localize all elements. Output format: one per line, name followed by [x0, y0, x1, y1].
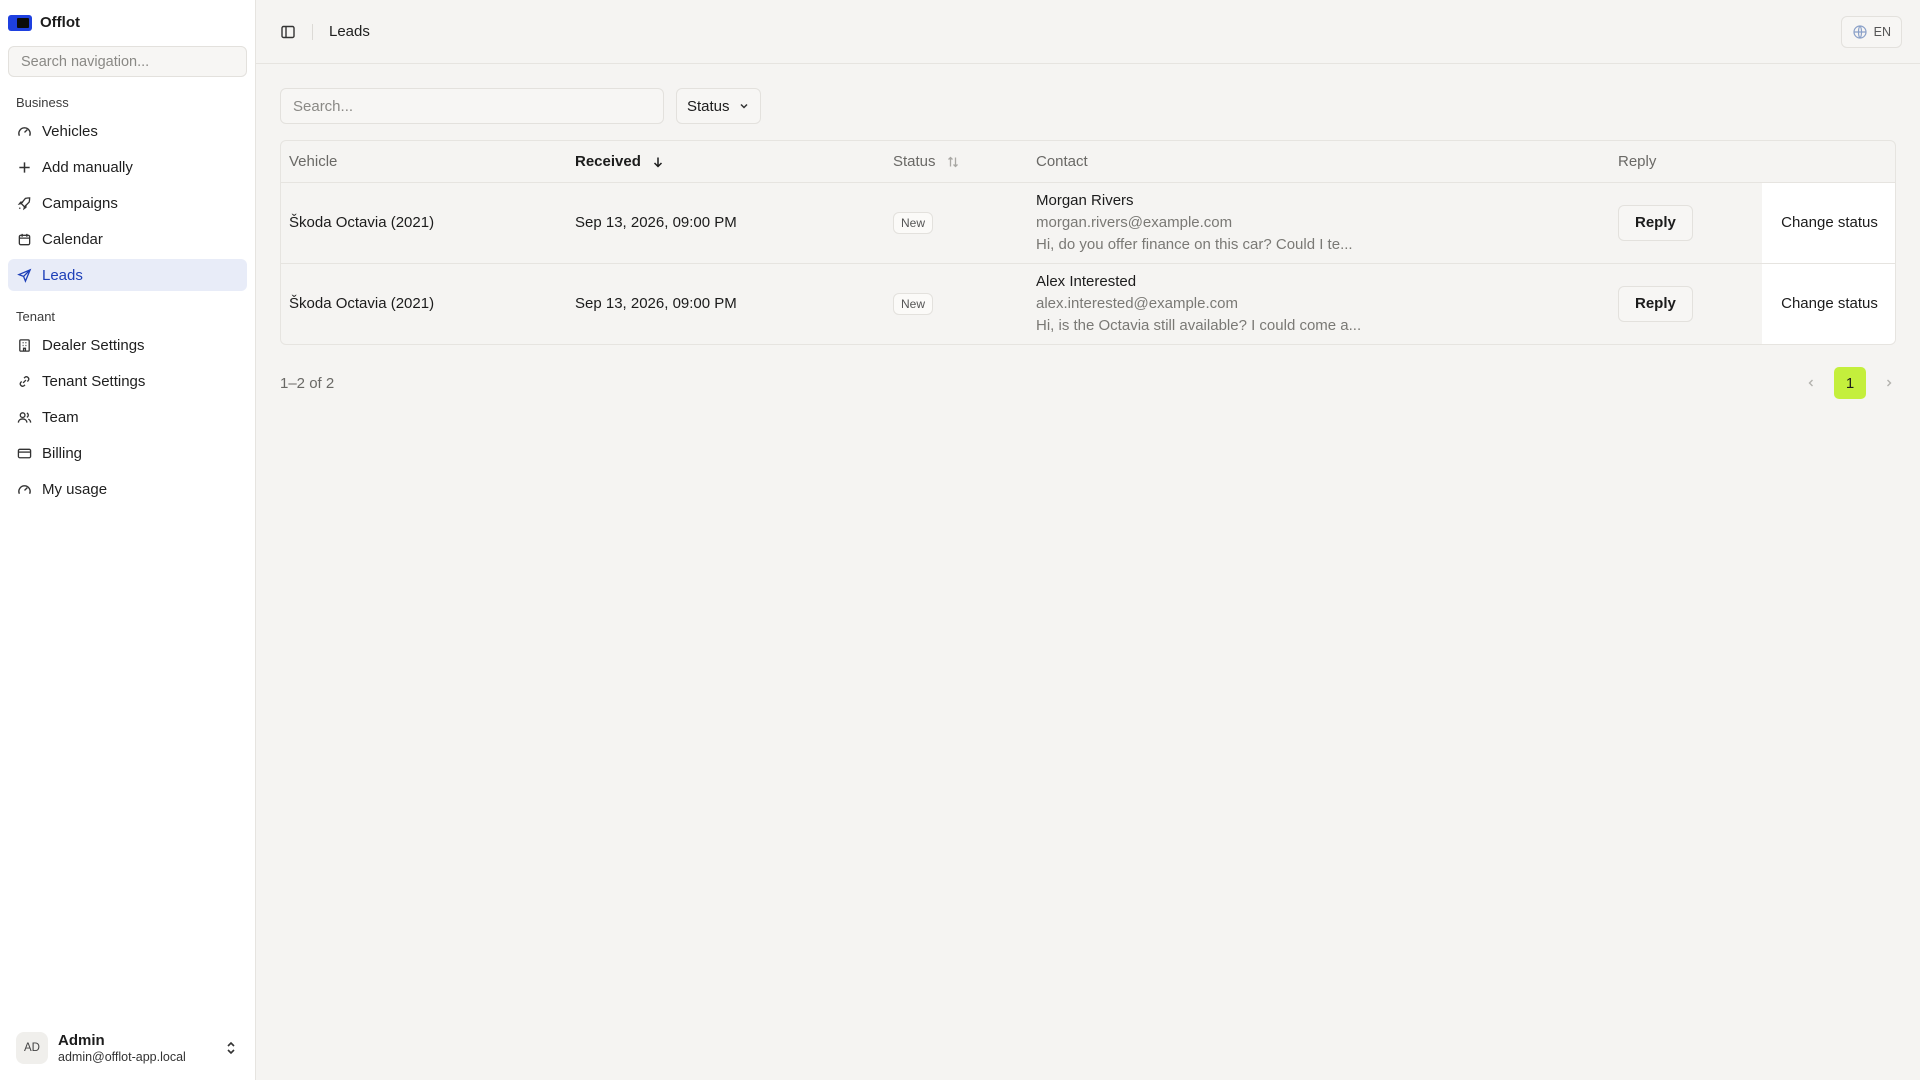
calendar-icon — [16, 231, 32, 247]
cell-status: New — [885, 263, 1028, 344]
sidebar-item-billing[interactable]: Billing — [8, 437, 247, 469]
sidebar-item-label: My usage — [42, 480, 108, 498]
sidebar: Offlot Search navigation... Business Veh… — [0, 0, 256, 1080]
chevron-left-icon[interactable] — [1804, 376, 1818, 390]
filters-bar: Search... Status — [280, 88, 1896, 124]
sidebar-item-tenant-settings[interactable]: Tenant Settings — [8, 365, 247, 397]
sidebar-item-label: Vehicles — [42, 122, 98, 140]
reply-button[interactable]: Reply — [1618, 285, 1693, 322]
send-icon — [16, 267, 32, 283]
status-filter-dropdown[interactable]: Status — [676, 88, 761, 124]
status-filter-label: Status — [687, 97, 730, 115]
sidebar-item-dealer-settings[interactable]: Dealer Settings — [8, 329, 247, 361]
user-menu[interactable]: AD Admin admin@offlot-app.local — [8, 1026, 247, 1070]
sidebar-toggle-button[interactable] — [276, 20, 300, 44]
contact-email: alex.interested@example.com — [1036, 294, 1238, 312]
status-badge: New — [893, 292, 934, 315]
chevron-down-icon — [740, 103, 748, 109]
column-header-actions — [1762, 141, 1895, 183]
cell-actions: Change status — [1762, 263, 1895, 344]
column-header-vehicle[interactable]: Vehicle — [281, 141, 567, 183]
topbar: Leads EN — [256, 0, 1920, 64]
column-header-status[interactable]: Status — [885, 141, 1028, 183]
change-status-button[interactable]: Change status — [1781, 214, 1878, 231]
sidebar-item-label: Billing — [42, 444, 83, 462]
leads-table: Vehicle Received Status Contact Reply Šk… — [280, 140, 1896, 345]
brand[interactable]: Offlot — [0, 0, 255, 36]
cell-contact: Alex Interested alex.interested@example.… — [1028, 263, 1610, 344]
chevrons-up-down-icon — [223, 1040, 239, 1056]
users-icon — [16, 409, 32, 425]
sidebar-item-label: Tenant Settings — [42, 372, 146, 390]
sidebar-item-label: Campaigns — [42, 194, 118, 212]
sidebar-item-team[interactable]: Team — [8, 401, 247, 433]
user-email: admin@offlot-app.local — [58, 1049, 186, 1064]
chevron-right-icon[interactable] — [1882, 376, 1896, 390]
sidebar-item-add-manually[interactable]: Add manually — [8, 151, 247, 183]
sidebar-item-my-usage[interactable]: My usage — [8, 473, 247, 505]
cell-contact: Morgan Rivers morgan.rivers@example.com … — [1028, 182, 1610, 264]
credit-card-icon — [16, 445, 32, 461]
gauge-icon — [16, 481, 32, 497]
column-header-contact: Contact — [1028, 141, 1610, 183]
avatar: AD — [16, 1032, 48, 1064]
cell-vehicle: Škoda Octavia (2021) — [289, 295, 435, 313]
cell-reply: Reply — [1610, 182, 1762, 264]
gauge-icon — [16, 123, 32, 139]
contact-name: Alex Interested — [1036, 272, 1137, 290]
brand-logo-icon — [8, 14, 32, 31]
sidebar-item-vehicles[interactable]: Vehicles — [8, 115, 247, 147]
sidebar-item-leads[interactable]: Leads — [8, 259, 247, 291]
cell-received: Sep 13, 2026, 09:00 PM — [567, 182, 885, 264]
sidebar-item-label: Add manually — [42, 158, 133, 176]
cell-status: New — [885, 182, 1028, 264]
user-name: Admin — [58, 1031, 105, 1049]
pagination: 1 — [1804, 367, 1896, 399]
language-button[interactable]: EN — [1840, 15, 1902, 48]
search-input[interactable]: Search... — [280, 88, 664, 124]
language-label: EN — [1873, 24, 1891, 39]
contact-name: Morgan Rivers — [1036, 191, 1134, 209]
cell-received: Sep 13, 2026, 09:00 PM — [575, 295, 737, 313]
cell-reply: Reply — [1610, 263, 1762, 344]
section-label-tenant: Tenant — [16, 308, 56, 324]
divider — [312, 23, 313, 40]
change-status-button[interactable]: Change status — [1781, 295, 1878, 312]
contact-message: Hi, is the Octavia still available? I co… — [1036, 316, 1362, 334]
pagination-range: 1–2 of 2 — [280, 374, 335, 392]
table-row[interactable]: Škoda Octavia (2021) Sep 13, 2026, 09:00… — [281, 182, 1895, 264]
brand-name: Offlot — [40, 14, 80, 31]
breadcrumb: Leads — [329, 23, 370, 40]
column-header-reply: Reply — [1610, 141, 1762, 183]
sidebar-item-label: Team — [42, 408, 79, 426]
sidebar-item-campaigns[interactable]: Campaigns — [8, 187, 247, 219]
section-label-business: Business — [16, 94, 69, 110]
contact-email: morgan.rivers@example.com — [1036, 213, 1233, 231]
table-footer: 1–2 of 2 1 — [280, 367, 1896, 399]
sidebar-item-label: Leads — [42, 266, 83, 284]
cell-vehicle: Škoda Octavia (2021) — [281, 182, 567, 264]
table-header-row: Vehicle Received Status Contact Reply — [281, 141, 1895, 183]
link-icon — [16, 373, 32, 389]
page-button-current[interactable]: 1 — [1834, 367, 1866, 399]
status-badge: New — [893, 211, 934, 234]
sidebar-item-label: Calendar — [42, 230, 103, 248]
table-row[interactable]: Škoda Octavia (2021) Sep 13, 2026, 09:00… — [281, 263, 1895, 344]
building-icon — [16, 337, 32, 353]
contact-message: Hi, do you offer finance on this car? Co… — [1036, 235, 1353, 253]
sidebar-item-label: Dealer Settings — [42, 336, 145, 354]
sidebar-item-calendar[interactable]: Calendar — [8, 223, 247, 255]
panel-left-icon — [281, 25, 295, 38]
arrow-down-icon — [654, 157, 663, 168]
column-header-received[interactable]: Received — [567, 141, 885, 183]
sort-icon — [947, 156, 958, 168]
rocket-icon — [16, 195, 32, 211]
reply-button[interactable]: Reply — [1618, 204, 1693, 241]
plus-icon — [16, 159, 32, 175]
main-area: Leads EN Search... Status Vehicle Receiv… — [256, 0, 1920, 1080]
cell-actions: Change status — [1762, 182, 1895, 264]
nav-search-input[interactable]: Search navigation... — [8, 46, 247, 77]
globe-icon — [1853, 24, 1867, 39]
